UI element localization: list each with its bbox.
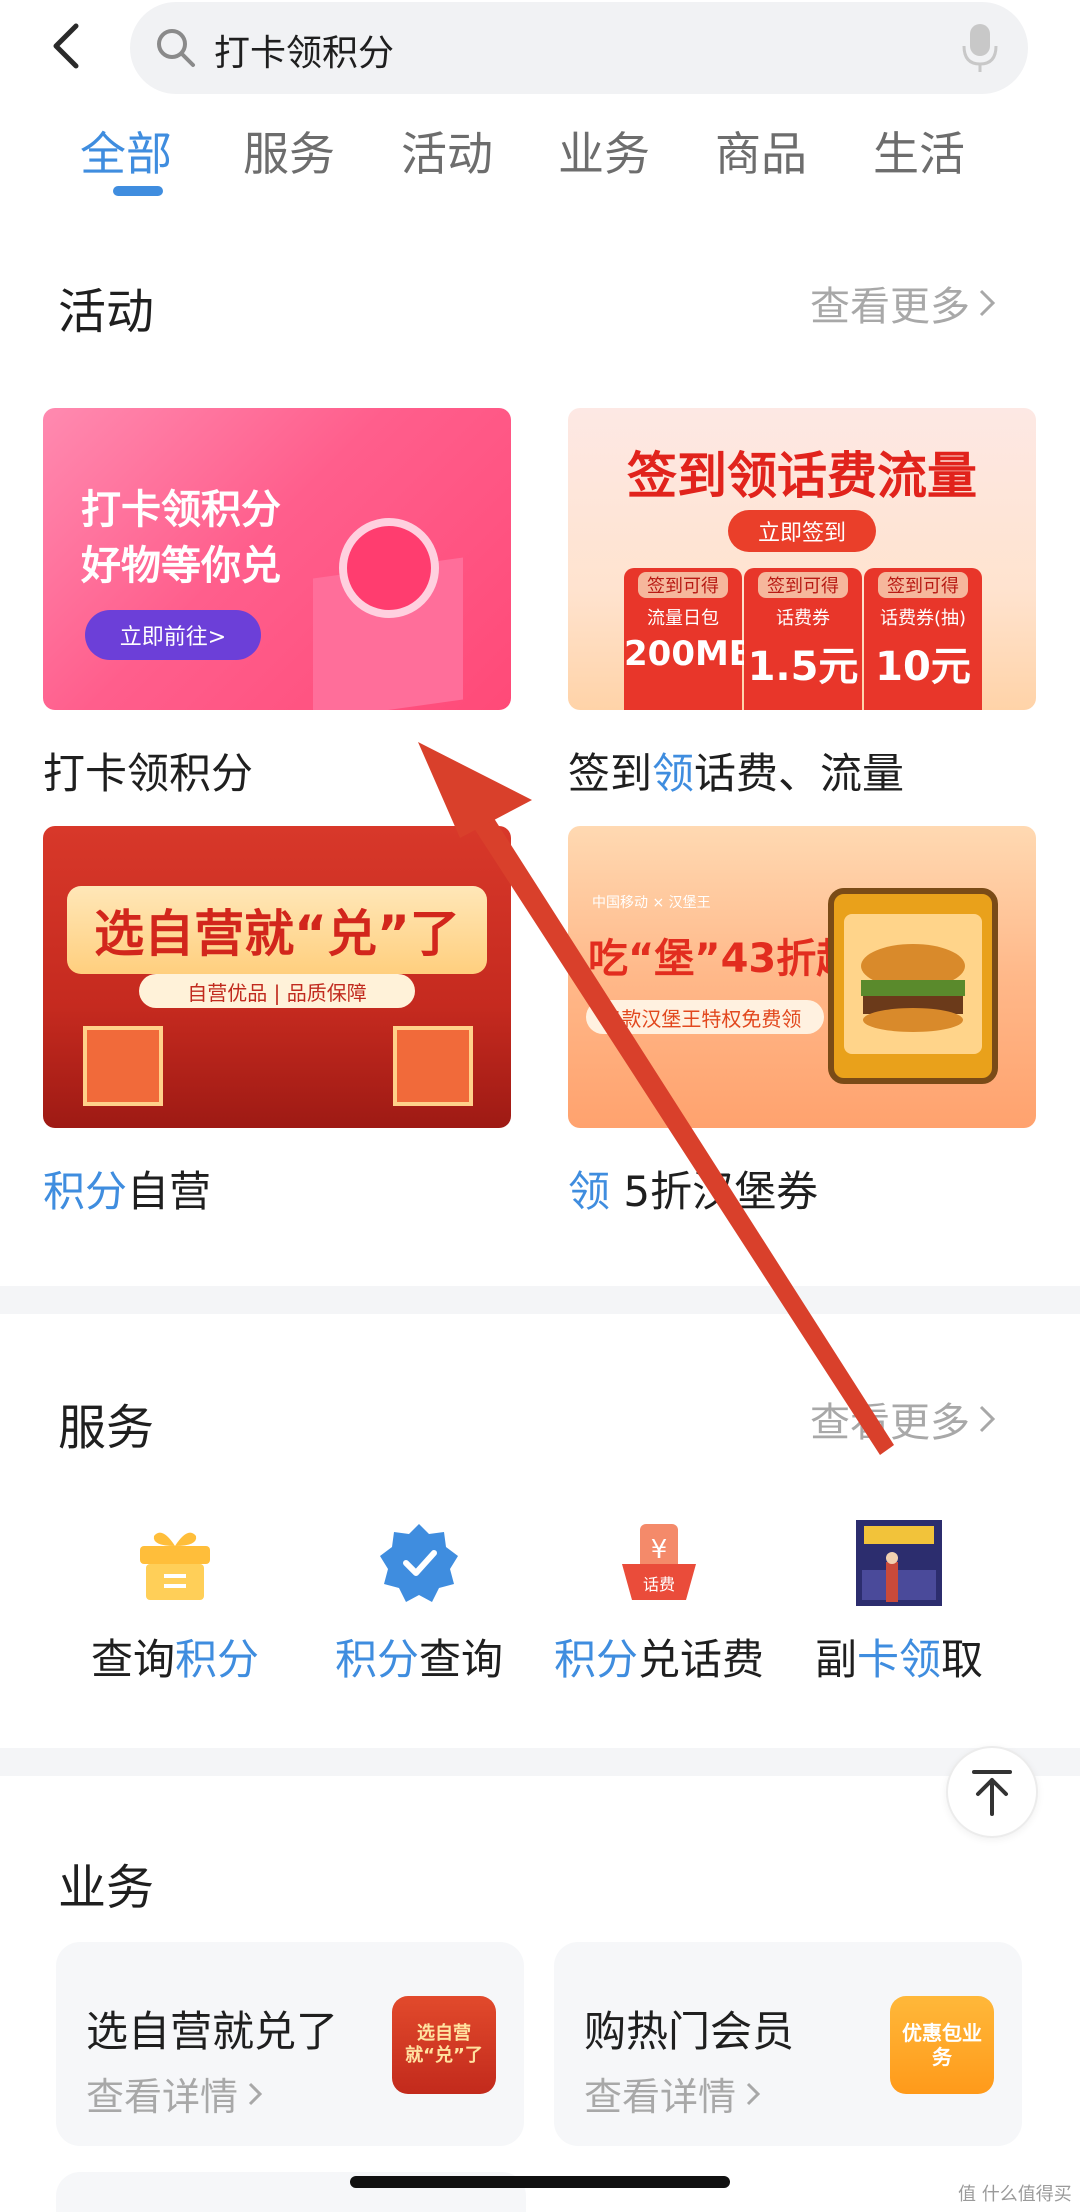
tab-business[interactable]: 业务 (558, 118, 650, 184)
category-tabs: 全部 服务 活动 业务 商品 生活 (0, 110, 1080, 200)
activity-caption-self-operated[interactable]: 积分自营 (43, 1158, 211, 1219)
service-points-to-phone-bill[interactable]: ¥ 话费 积分兑话费 (524, 1520, 794, 1684)
go-now-button[interactable]: 立即前往> (85, 610, 261, 660)
card-headline: 签到领话费流量 (627, 447, 977, 505)
microphone-icon[interactable] (960, 22, 1000, 74)
business-thumbnail: 优惠包业务 (890, 1996, 994, 2094)
service-points-query[interactable]: 积分查询 (284, 1520, 554, 1684)
service-query-points[interactable]: 查询积分 (40, 1520, 310, 1684)
business-name: 购热门会员 (584, 2007, 795, 2056)
reward-box: 签到可得 流量日包 200MB (624, 568, 755, 710)
back-icon[interactable] (40, 16, 90, 76)
reward-box: 签到可得 话费券(抽) 10元 (864, 568, 982, 710)
alarm-clock-icon (339, 518, 439, 618)
back-to-top-button[interactable] (946, 1746, 1038, 1838)
active-tab-indicator (113, 186, 163, 196)
business-card-self-operated[interactable]: 选自营就兑了 查看详情 选自营就“兑”了 (56, 1942, 524, 2146)
section-divider (0, 1748, 1080, 1776)
home-indicator (350, 2176, 730, 2188)
gift-box-icon (83, 1026, 163, 1106)
card-headline: 打卡领积分 好物等你兑 (81, 487, 281, 589)
activity-section-title: 活动 (58, 284, 155, 340)
business-section-title: 业务 (58, 1860, 155, 1916)
section-divider (0, 1286, 1080, 1314)
card-subtitle: 5款汉堡王特权免费领 (586, 1000, 824, 1034)
tab-activity[interactable]: 活动 (401, 118, 493, 184)
chevron-right-icon (248, 2082, 263, 2105)
gift-box-icon (393, 1026, 473, 1106)
search-input[interactable]: 打卡领积分 (130, 2, 1028, 94)
tab-all[interactable]: 全部 (80, 118, 172, 184)
page: { "search":{"query":"打卡领积分"}, "tabs":["全… (0, 0, 1080, 2212)
phone-bill-icon: ¥ 话费 (616, 1520, 702, 1606)
business-detail-link[interactable]: 查看详情 (584, 2066, 762, 2121)
tab-life[interactable]: 生活 (873, 118, 965, 184)
activity-caption-signin[interactable]: 签到领话费、流量 (568, 740, 904, 801)
svg-text:话费: 话费 (643, 1575, 675, 1594)
svg-text:¥: ¥ (651, 1535, 668, 1565)
business-card-membership[interactable]: 购热门会员 查看详情 优惠包业务 (554, 1942, 1022, 2146)
activity-more-link[interactable]: 查看更多 (810, 274, 998, 332)
service-sub-card[interactable]: 副卡领取 (764, 1520, 1034, 1684)
sign-in-button[interactable]: 立即签到 (728, 510, 876, 552)
verified-badge-icon (376, 1520, 462, 1606)
gift-icon (132, 1520, 218, 1606)
card-subtitle: 自营优品 | 品质保障 (139, 974, 415, 1008)
service-section-title: 服务 (58, 1400, 155, 1456)
search-bar: 打卡领积分 (0, 0, 1080, 100)
reward-box: 签到可得 话费券 1.5元 (744, 568, 862, 710)
business-detail-link[interactable]: 查看详情 (86, 2066, 264, 2121)
chevron-right-icon (979, 1405, 996, 1433)
activity-card-checkin-points[interactable]: 打卡领积分 好物等你兑 立即前往> (43, 408, 511, 710)
card-headline: 选自营就“兑”了 (67, 886, 487, 974)
business-name: 选自营就兑了 (86, 2007, 339, 2056)
activity-card-burger-coupon[interactable]: 中国移动 × 汉堡王 吃“堡”43折起! 5款汉堡王特权免费领 (568, 826, 1036, 1128)
activity-card-signin-data[interactable]: 签到领话费流量 立即签到 签到可得 流量日包 200MB 签到可得 话费券 1.… (568, 408, 1036, 710)
search-query: 打卡领积分 (214, 33, 395, 74)
more-label: 查看更多 (810, 1400, 970, 1446)
business-thumbnail: 选自营就“兑”了 (392, 1996, 496, 2094)
activity-caption-checkin[interactable]: 打卡领积分 (43, 740, 253, 801)
tab-service[interactable]: 服务 (243, 118, 335, 184)
chevron-right-icon (746, 2082, 761, 2105)
chevron-right-icon (979, 289, 996, 317)
sub-card-poster-icon (856, 1520, 942, 1606)
service-more-link[interactable]: 查看更多 (810, 1390, 998, 1448)
more-label: 查看更多 (810, 284, 970, 330)
search-icon (154, 26, 198, 70)
watermark: 值 什么值得买 (958, 2184, 1072, 2205)
activity-caption-burger[interactable]: 领 5折汉堡券 (568, 1158, 818, 1219)
tab-goods[interactable]: 商品 (715, 118, 807, 184)
arrow-up-to-top-icon (972, 1770, 1012, 1816)
activity-card-self-operated[interactable]: 选自营就“兑”了 自营优品 | 品质保障 (43, 826, 511, 1128)
burger-phone-image (828, 888, 998, 1084)
partner-logos: 中国移动 × 汉堡王 (592, 895, 711, 911)
